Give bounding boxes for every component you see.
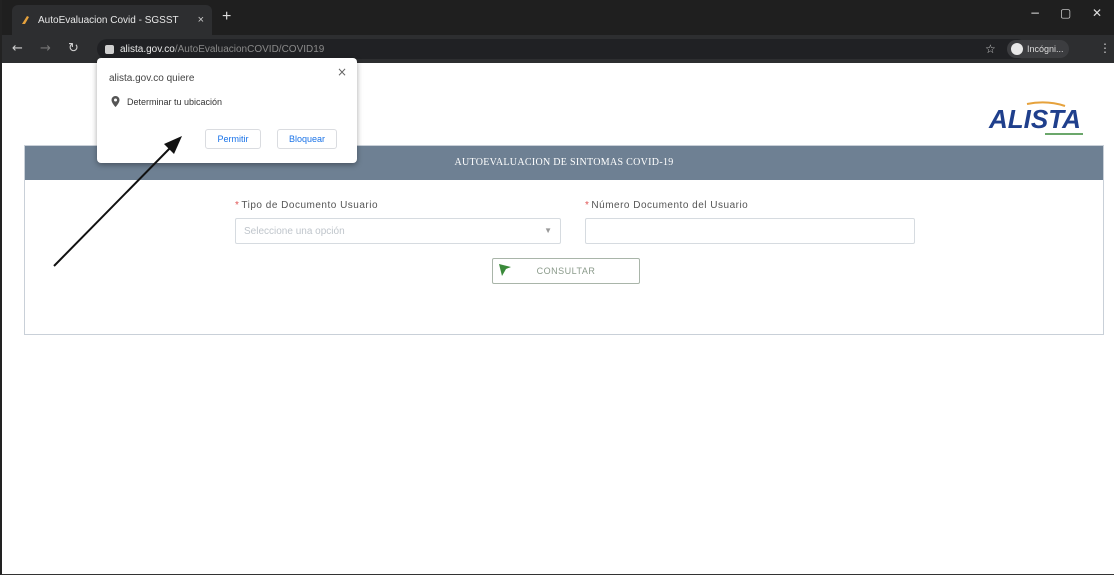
forward-button[interactable]: → (40, 41, 51, 56)
tab-close-icon[interactable]: × (198, 14, 204, 26)
doc-number-input[interactable] (585, 218, 915, 244)
permission-request: Determinar tu ubicación (111, 96, 222, 107)
browser-menu-icon[interactable]: ⋮ (1099, 41, 1111, 55)
incognito-icon (1011, 43, 1023, 55)
doc-type-select[interactable]: Seleccione una opción ▼ (235, 218, 561, 244)
location-pin-icon (111, 96, 120, 107)
tab-strip: AutoEvaluacion Covid - SGSST × + − ▢ ✕ (2, 0, 1114, 35)
logo-text: ALISTA (988, 104, 1081, 134)
new-tab-button[interactable]: + (222, 9, 231, 25)
reload-button[interactable]: ↻ (68, 41, 79, 56)
required-marker: * (585, 200, 590, 211)
browser-window: AutoEvaluacion Covid - SGSST × + − ▢ ✕ ←… (0, 0, 1114, 575)
consult-button[interactable]: CONSULTAR (492, 258, 640, 284)
permission-text: Determinar tu ubicación (127, 96, 223, 107)
allow-button[interactable]: Permitir (205, 129, 261, 149)
doc-type-label: * Tipo de Documento Usuario (235, 200, 378, 211)
maximize-button[interactable]: ▢ (1060, 6, 1071, 20)
favicon-icon (22, 16, 29, 24)
url-host: alista.gov.co (120, 43, 175, 55)
profile-label: Incógni... (1027, 44, 1064, 54)
profile-button[interactable]: Incógni... (1007, 40, 1069, 58)
chevron-down-icon: ▼ (544, 226, 552, 235)
lock-icon[interactable] (105, 44, 114, 54)
browser-tab[interactable]: AutoEvaluacion Covid - SGSST × (12, 5, 212, 35)
consult-label: CONSULTAR (536, 266, 596, 276)
url-path: /AutoEvaluacionCOVID/COVID19 (174, 43, 325, 55)
back-button[interactable]: ← (12, 41, 23, 56)
bookmark-star-icon[interactable]: ☆ (985, 42, 996, 56)
doc-number-label-text: Número Documento del Usuario (591, 200, 749, 211)
minimize-button[interactable]: − (1030, 6, 1040, 20)
window-close-button[interactable]: ✕ (1092, 6, 1102, 20)
tab-title: AutoEvaluacion Covid - SGSST (38, 14, 179, 26)
close-icon[interactable]: × (337, 65, 347, 79)
check-icon (499, 264, 511, 276)
evaluation-panel: AUTOEVALUACION DE SINTOMAS COVID-19 * Tip… (24, 145, 1104, 335)
doc-number-label: * Número Documento del Usuario (585, 200, 748, 211)
alista-logo: ALISTA (988, 101, 1083, 135)
address-bar[interactable]: alista.gov.co/AutoEvaluacionCOVID/COVID1… (97, 39, 1027, 59)
permission-popup: alista.gov.co quiere × Determinar tu ubi… (97, 58, 357, 163)
popup-title: alista.gov.co quiere (109, 73, 195, 84)
required-marker: * (235, 200, 240, 211)
doc-type-label-text: Tipo de Documento Usuario (241, 200, 379, 211)
doc-type-placeholder: Seleccione una opción (244, 226, 345, 237)
block-button[interactable]: Bloquear (277, 129, 337, 149)
